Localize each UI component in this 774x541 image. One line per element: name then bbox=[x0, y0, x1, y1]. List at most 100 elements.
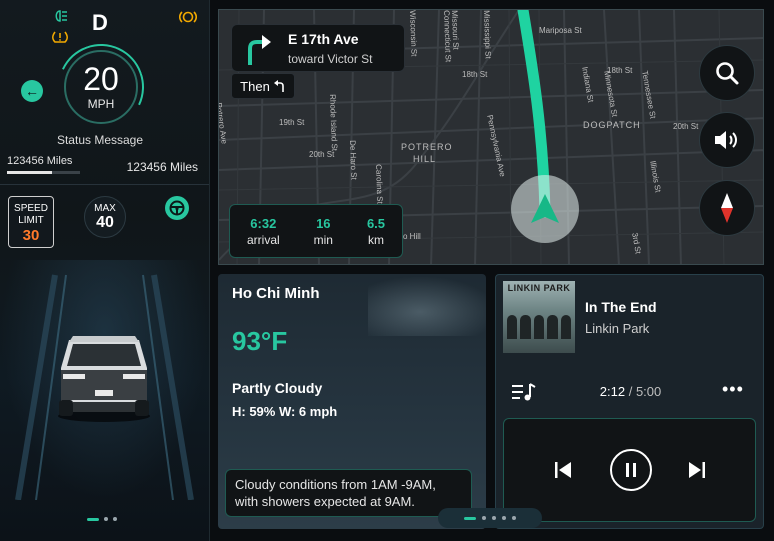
trip-summary: 6:32 arrival 16 min 6.5 km bbox=[229, 204, 403, 258]
odometer-right: 123456 Miles bbox=[126, 160, 198, 174]
map-label: De Haro St bbox=[348, 140, 359, 180]
arrival-value: 6:32 bbox=[250, 215, 277, 231]
max-label: MAX bbox=[94, 203, 116, 214]
car-image bbox=[58, 336, 150, 422]
album-band-text: LINKIN PARK bbox=[507, 283, 571, 293]
map-label: o Hill bbox=[403, 232, 421, 241]
page-dot[interactable] bbox=[104, 517, 108, 521]
odometer-progress-bar bbox=[7, 171, 80, 174]
back-arrow-button[interactable]: ← bbox=[21, 80, 43, 102]
weather-forecast: Cloudy conditions from 1AM -9AM, with sh… bbox=[225, 469, 472, 517]
map-label: Mariposa St bbox=[539, 26, 582, 35]
speed-limit-label-2: LIMIT bbox=[18, 215, 44, 226]
cloud-image bbox=[368, 276, 486, 336]
home-page-indicator[interactable] bbox=[438, 508, 542, 528]
arrival-label: arrival bbox=[246, 232, 280, 247]
page-dot-active[interactable] bbox=[464, 516, 476, 520]
distance-stat: 6.5 km bbox=[367, 216, 385, 247]
map-label: HILL bbox=[413, 154, 437, 164]
map-label: Carolina St bbox=[374, 164, 385, 204]
turn-instruction-card[interactable]: E 17th Ave toward Victor St bbox=[231, 24, 405, 72]
weather-humidity-wind: H: 59% W: 6 mph bbox=[232, 404, 338, 419]
speed-limit-label-1: SPEED bbox=[14, 203, 48, 214]
weather-card[interactable]: Ho Chi Minh 93°F Partly Cloudy H: 59% W:… bbox=[218, 274, 486, 529]
tire-pressure-icon bbox=[51, 30, 69, 47]
duration-label: min bbox=[313, 232, 333, 247]
volume-icon bbox=[715, 131, 737, 149]
turn-right-icon bbox=[248, 35, 271, 65]
duration-value: 16 bbox=[316, 215, 331, 231]
then-instruction: Then bbox=[231, 73, 295, 99]
instrument-cluster: D ← 20 MPH Status Message 123456 Miles 1… bbox=[0, 0, 210, 541]
brake-warning-icon bbox=[178, 10, 198, 27]
cluster-divider bbox=[0, 184, 209, 185]
headlight-icon bbox=[52, 10, 68, 25]
map-label: Mississippi St bbox=[482, 10, 493, 59]
song-title: In The End bbox=[585, 299, 657, 315]
status-message: Status Message bbox=[56, 133, 144, 147]
odometer-progress-fill bbox=[7, 171, 53, 174]
map-label: Wisconsin St bbox=[408, 10, 419, 57]
volume-button[interactable] bbox=[699, 112, 755, 168]
map-label: POTRERO bbox=[401, 142, 453, 152]
gear-indicator: D bbox=[92, 10, 108, 35]
arrival-stat: 6:32 arrival bbox=[247, 216, 280, 247]
turn-left-icon bbox=[273, 80, 284, 92]
steering-wheel-button[interactable] bbox=[165, 196, 189, 220]
distance-value: 6.5 bbox=[366, 215, 386, 231]
compass-icon bbox=[721, 193, 733, 223]
speed-unit: MPH bbox=[87, 97, 115, 111]
next-street: E 17th Ave bbox=[288, 31, 359, 47]
pause-button[interactable] bbox=[610, 449, 652, 491]
album-art[interactable]: LINKIN PARK bbox=[503, 281, 575, 353]
skip-previous-icon bbox=[555, 462, 571, 478]
speed-limit-sign: SPEED LIMIT 30 bbox=[8, 196, 54, 248]
page-dot[interactable] bbox=[492, 516, 496, 520]
max-value: 40 bbox=[96, 214, 114, 231]
weather-condition: Partly Cloudy bbox=[232, 380, 323, 396]
time-separator: / bbox=[628, 384, 633, 399]
steering-wheel-icon bbox=[169, 200, 185, 216]
search-button[interactable] bbox=[699, 45, 755, 101]
album-figures bbox=[507, 315, 572, 339]
odometer-left: 123456 Miles bbox=[7, 155, 73, 167]
distance-label: km bbox=[367, 232, 384, 247]
toward-street: toward Victor St bbox=[288, 52, 373, 66]
song-artist: Linkin Park bbox=[585, 321, 650, 336]
speed-limit-value: 30 bbox=[22, 227, 40, 244]
map-label: 19th St bbox=[279, 118, 305, 127]
speedometer: 20 MPH bbox=[64, 50, 138, 124]
duration-stat: 16 min bbox=[314, 216, 333, 247]
music-player[interactable]: LINKIN PARK In The End Linkin Park 2:12 … bbox=[495, 274, 764, 529]
page-indicator bbox=[87, 517, 117, 521]
speed-value: 20 bbox=[83, 61, 119, 97]
pause-icon bbox=[626, 463, 636, 477]
then-label: Then bbox=[240, 78, 270, 94]
skip-next-icon bbox=[689, 462, 705, 478]
map-label: Rhode Island St bbox=[328, 94, 339, 152]
map-label: DOGPATCH bbox=[583, 120, 641, 130]
page-dot[interactable] bbox=[512, 516, 516, 520]
total-time: 5:00 bbox=[635, 384, 662, 399]
navigation-map[interactable]: Mariposa St 18th St 18th St 19th St 20th… bbox=[218, 9, 764, 265]
page-dot-active[interactable] bbox=[87, 517, 99, 521]
page-dot[interactable] bbox=[482, 516, 486, 520]
player-controls bbox=[503, 418, 756, 522]
page-dot[interactable] bbox=[113, 517, 117, 521]
weather-city: Ho Chi Minh bbox=[232, 285, 320, 302]
navigation-arrow-icon bbox=[531, 194, 559, 223]
map-label: 18th St bbox=[462, 70, 488, 79]
current-location-marker bbox=[511, 175, 579, 243]
weather-temperature: 93°F bbox=[232, 326, 288, 356]
arrow-left-icon: ← bbox=[25, 83, 39, 99]
next-track-button[interactable] bbox=[676, 449, 718, 491]
previous-track-button[interactable] bbox=[542, 449, 584, 491]
elapsed-time: 2:12 bbox=[599, 384, 626, 399]
max-speed-badge: MAX 40 bbox=[84, 196, 126, 238]
more-options-button[interactable]: ••• bbox=[722, 379, 744, 400]
map-label: Missouri St bbox=[450, 10, 461, 50]
map-label: 20th St bbox=[673, 122, 699, 131]
page-dot[interactable] bbox=[502, 516, 506, 520]
map-label: 20th St bbox=[309, 150, 335, 159]
compass-button[interactable] bbox=[699, 180, 755, 236]
